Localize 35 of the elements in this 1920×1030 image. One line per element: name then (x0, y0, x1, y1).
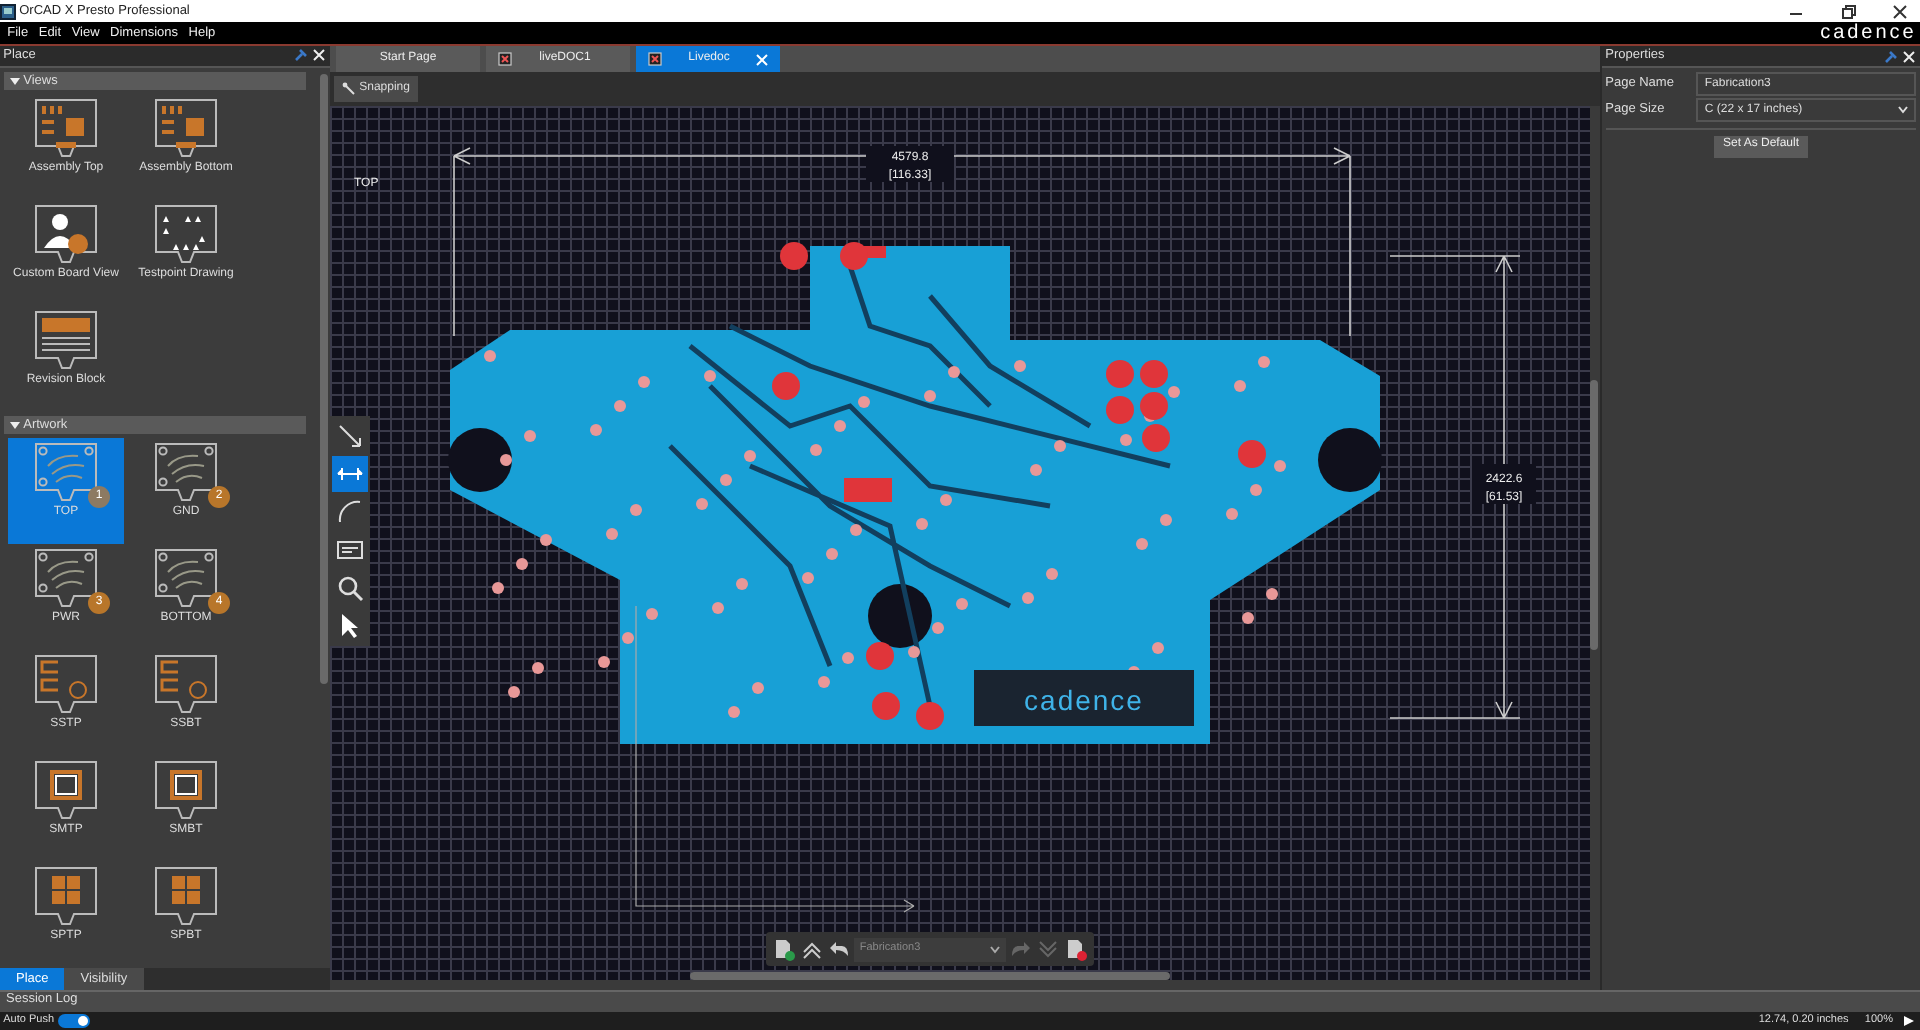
custom-tile-icon (34, 203, 98, 264)
solderpaste-tile-icon (34, 865, 98, 926)
search-icon (336, 574, 364, 602)
board-logo: cadence (1024, 684, 1144, 716)
toggle-switch[interactable] (57, 1014, 90, 1028)
solderpaste-tile-icon (154, 865, 218, 926)
text-box-icon (336, 536, 364, 564)
scrollbar-thumb[interactable] (320, 73, 328, 684)
undo-icon[interactable] (826, 937, 851, 961)
layer-tile-icon (154, 547, 218, 608)
restore-icon[interactable] (1840, 3, 1856, 19)
app-icon (0, 3, 16, 19)
expand-arrow-icon[interactable] (10, 75, 20, 86)
testpoint-tile-icon (154, 203, 218, 264)
brand-logo: cadence (1820, 23, 1917, 43)
scrollbar-thumb[interactable] (1590, 380, 1598, 650)
silkscreen-tile-icon (154, 653, 218, 714)
layer-tile-icon (154, 441, 218, 502)
revision-tile-icon (34, 309, 98, 370)
soldermask-tile-icon (154, 759, 218, 820)
arc-icon (336, 498, 364, 526)
delete-page-icon[interactable] (1063, 937, 1088, 961)
expand-arrow-icon[interactable] (10, 419, 20, 430)
double-chevron-up-icon[interactable] (799, 937, 824, 961)
soldermask-tile-icon (34, 759, 98, 820)
snap-icon (342, 82, 356, 96)
scrollbar-thumb[interactable] (690, 972, 1170, 980)
silkscreen-tile-icon (34, 653, 98, 714)
close-icon[interactable] (1892, 3, 1908, 19)
layer-tile-icon (34, 441, 98, 502)
add-page-icon[interactable] (772, 937, 796, 961)
assembly-tile-icon (154, 97, 218, 158)
arrow-line-icon (336, 422, 364, 450)
assembly-tile-icon (34, 97, 98, 158)
layer-tile-icon (34, 547, 98, 608)
